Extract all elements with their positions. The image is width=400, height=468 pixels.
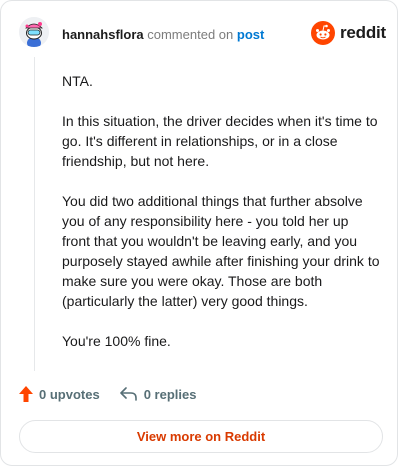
commented-on-text: commented on	[147, 27, 234, 42]
username-link[interactable]: hannahsflora	[62, 27, 144, 42]
comment-paragraph: NTA.	[62, 73, 93, 89]
post-link[interactable]: post	[237, 27, 264, 42]
comment-paragraph: You did two additional things that furth…	[62, 193, 380, 309]
replies-button[interactable]: 0 replies	[119, 386, 197, 402]
thread-line	[34, 57, 35, 371]
view-more-button[interactable]: View more on Reddit	[19, 420, 383, 453]
embedded-comment-card: hannahsflora commented on post reddit NT…	[0, 0, 398, 466]
comment-header: hannahsflora commented on post	[62, 27, 264, 43]
comment-body: NTA. In this situation, the driver decid…	[62, 71, 380, 371]
comment-paragraph: In this situation, the driver decides wh…	[62, 113, 378, 169]
snoo-avatar-icon	[19, 17, 49, 47]
reddit-wordmark: reddit	[340, 23, 387, 42]
comment-actions: 0 upvotes 0 replies	[19, 386, 196, 402]
upvote-count: 0 upvotes	[39, 386, 100, 402]
reddit-brand[interactable]: reddit	[311, 21, 386, 45]
comment-paragraph: You're 100% fine.	[62, 333, 171, 349]
upvote-arrow-icon	[19, 386, 33, 402]
reply-count: 0 replies	[143, 386, 197, 402]
upvote-button[interactable]: 0 upvotes	[19, 386, 100, 402]
reddit-logo-icon	[311, 21, 335, 45]
avatar[interactable]	[19, 17, 49, 47]
reply-arrow-icon	[119, 387, 137, 401]
